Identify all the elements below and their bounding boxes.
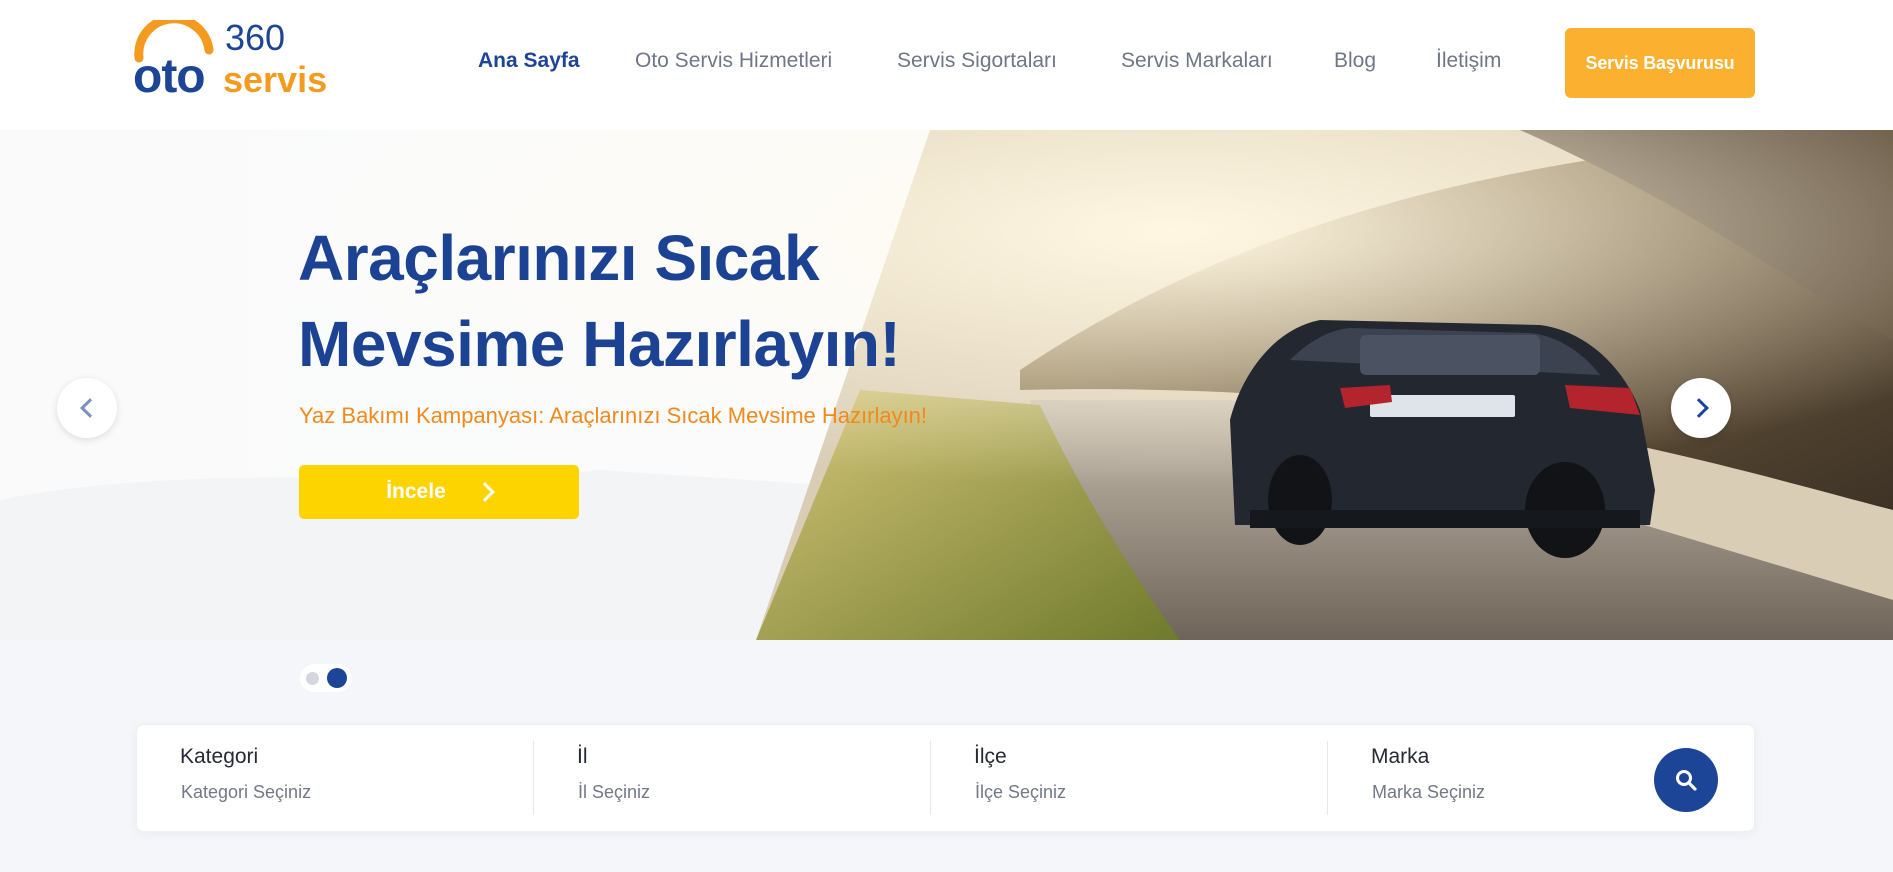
carousel-dots (300, 664, 352, 692)
site-header: 360 oto servis Ana Sayfa Oto Servis Hizm… (0, 0, 1893, 130)
brand-placeholder: Marka Seçiniz (1372, 782, 1486, 802)
field-divider (930, 741, 931, 815)
field-divider (1327, 741, 1328, 815)
hero-title-line-2: Mevsime Hazırlayın! (298, 308, 901, 380)
search-icon (1676, 770, 1697, 791)
nav-item-brands[interactable]: Servis Markaları (1121, 49, 1273, 73)
brand-label: Marka (1371, 745, 1430, 768)
slider-next-button[interactable] (1671, 378, 1731, 438)
logo[interactable]: 360 oto servis (133, 20, 343, 100)
province-label: İl (577, 745, 588, 768)
nav-item-home[interactable]: Ana Sayfa (478, 49, 580, 73)
logo-servis: servis (223, 59, 327, 100)
hero-slider: Araçlarınızı Sıcak Mevsime Hazırlayın! Y… (0, 130, 1893, 640)
nav-item-contact[interactable]: İletişim (1436, 49, 1501, 73)
logo-oto: oto (133, 50, 205, 100)
hero-content: Araçlarınızı Sıcak Mevsime Hazırlayın! Y… (0, 130, 1893, 640)
category-placeholder: Kategori Seçiniz (181, 782, 312, 802)
chevron-right-icon (474, 482, 495, 502)
district-select[interactable]: İlçe İlçe Seçiniz (974, 725, 1314, 833)
chevron-left-icon (79, 398, 100, 418)
nav-item-services[interactable]: Oto Servis Hizmetleri (635, 49, 832, 73)
nav-item-blog[interactable]: Blog (1334, 49, 1376, 73)
category-select[interactable]: Kategori Kategori Seçiniz (180, 725, 520, 833)
hero-title-line-1: Araçlarınızı Sıcak (298, 222, 820, 294)
brand-select[interactable]: Marka Marka Seçiniz (1371, 725, 1631, 833)
carousel-dot-2[interactable] (326, 668, 347, 688)
slider-prev-button[interactable] (57, 378, 117, 438)
service-application-button[interactable]: Servis Başvurusu (1565, 28, 1755, 98)
hero-subtitle: Yaz Bakımı Kampanyası: Araçlarınızı Sıca… (299, 403, 928, 428)
chevron-right-icon (1688, 398, 1709, 418)
hero-title: Araçlarınızı Sıcak Mevsime Hazırlayın! (298, 215, 1018, 387)
hero-cta-button[interactable]: İncele (299, 465, 579, 519)
district-placeholder: İlçe Seçiniz (975, 782, 1067, 802)
district-label: İlçe (974, 745, 1007, 768)
field-divider (533, 741, 534, 815)
service-search-bar: Kategori Kategori Seçiniz İl İl Seçiniz … (136, 724, 1755, 832)
nav-item-insurance[interactable]: Servis Sigortaları (897, 49, 1057, 73)
search-button[interactable] (1654, 748, 1718, 812)
province-select[interactable]: İl İl Seçiniz (577, 725, 917, 833)
logo-360: 360 (225, 20, 285, 58)
category-label: Kategori (180, 745, 259, 768)
province-placeholder: İl Seçiniz (578, 782, 651, 802)
hero-cta-label: İncele (386, 480, 446, 503)
carousel-dot-1[interactable] (305, 671, 319, 685)
